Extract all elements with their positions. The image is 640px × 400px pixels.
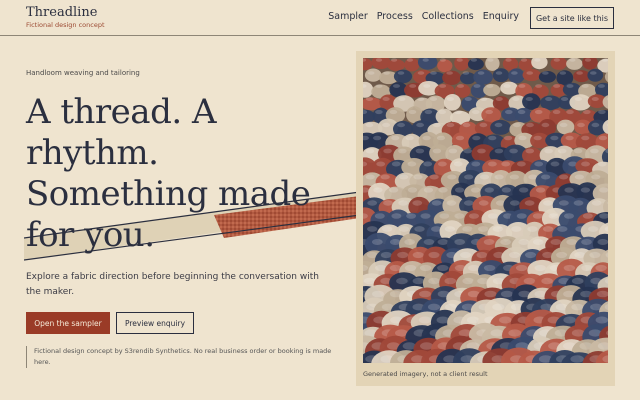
headline-line: A thread. A	[26, 92, 217, 132]
nav-item-collections[interactable]: Collections	[422, 11, 474, 23]
nav-item-process[interactable]: Process	[377, 11, 413, 23]
hero-eyebrow: Handloom weaving and tailoring	[26, 69, 140, 77]
site-header: Threadline Fictional design concept Samp…	[0, 0, 640, 36]
hero-lede: Explore a fabric direction before beginn…	[26, 272, 319, 297]
disclaimer-note: Fictional design concept by S3rendib Syn…	[26, 346, 336, 368]
brand-logo[interactable]: Threadline Fictional design concept	[26, 5, 105, 30]
nav-item-enquiry[interactable]: Enquiry	[483, 11, 519, 23]
main-nav: Sampler Process Collections Enquiry	[328, 11, 519, 23]
brand-name: Threadline	[26, 5, 98, 20]
brand-tagline: Fictional design concept	[26, 21, 105, 29]
headline-line: rhythm.	[26, 133, 159, 173]
headline-line: Something made	[26, 174, 311, 214]
get-site-button[interactable]: Get a site like this	[530, 7, 614, 29]
photo-card: Generated imagery, not a client result	[356, 51, 615, 386]
yarn-texture-image	[363, 58, 608, 363]
preview-enquiry-button[interactable]: Preview enquiry	[116, 312, 194, 334]
photo-caption: Generated imagery, not a client result	[363, 370, 488, 378]
woven-yarn-photo	[363, 58, 608, 363]
open-sampler-button[interactable]: Open the sampler	[26, 312, 110, 334]
headline-line: for you.	[26, 215, 155, 255]
hero-headline: A thread. A rhythm. Something made for y…	[26, 92, 346, 256]
nav-item-sampler[interactable]: Sampler	[328, 11, 368, 23]
